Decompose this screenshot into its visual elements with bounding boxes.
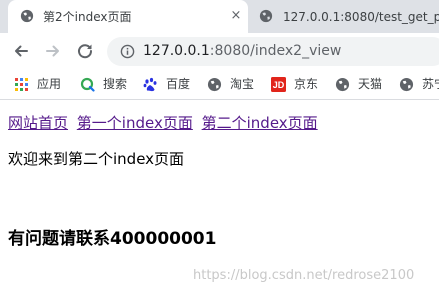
bookmark-label: 京东 [294, 77, 319, 91]
reload-icon[interactable] [74, 40, 96, 62]
tab-title: 第2个index页面 [43, 10, 132, 24]
browser-window: 第2个index页面 × 127.0.0.1:8080/test_get_pos [0, 0, 439, 297]
globe-icon [259, 9, 273, 23]
link-index1[interactable]: 第一个index页面 [77, 114, 193, 132]
bookmarks-bar: 应用 搜索 百度 淘宝 JD 京东 天猫 苏 [0, 70, 439, 100]
bookmark-label: 淘宝 [230, 77, 255, 91]
site-nav: 网站首页 第一个index页面 第二个index页面 [8, 113, 322, 133]
bookmark-label: 百度 [166, 77, 191, 91]
page-content: 网站首页 第一个index页面 第二个index页面 欢迎来到第二个index页… [0, 100, 439, 297]
url-text[interactable]: 127.0.0.1:8080/index2_view [143, 43, 341, 60]
search-q-icon [80, 77, 95, 92]
tab-active[interactable]: 第2个index页面 × [8, 0, 248, 33]
toolbar: 127.0.0.1:8080/index2_view [0, 33, 439, 70]
link-index2[interactable]: 第二个index页面 [202, 114, 318, 132]
link-home[interactable]: 网站首页 [8, 114, 68, 132]
bookmark-label: 苏宁 [422, 77, 439, 91]
bookmark-label: 搜索 [103, 77, 128, 91]
apps-grid-icon [15, 78, 28, 91]
info-icon[interactable] [120, 44, 135, 59]
svg-text:JD: JD [273, 80, 285, 90]
tab-strip: 第2个index页面 × 127.0.0.1:8080/test_get_pos [0, 0, 439, 33]
globe-icon [207, 77, 222, 92]
address-bar[interactable]: 127.0.0.1:8080/index2_view [107, 37, 439, 66]
forward-arrow-icon[interactable] [42, 40, 64, 62]
jd-logo-icon: JD [271, 77, 286, 92]
watermark: https://blog.csdn.net/redrose2100 [193, 268, 415, 283]
url-host: 127.0.0.1 [143, 43, 210, 59]
bookmark-suning[interactable]: 苏宁 [399, 76, 439, 93]
bookmark-label: 天猫 [358, 77, 383, 91]
tab-inactive[interactable]: 127.0.0.1:8080/test_get_pos [250, 0, 439, 33]
contact-heading: 有问题请联系400000001 [8, 229, 217, 249]
url-path: :8080/index2_view [209, 43, 342, 59]
welcome-text: 欢迎来到第二个index页面 [8, 150, 185, 168]
globe-icon [20, 9, 34, 23]
back-arrow-icon[interactable] [10, 40, 32, 62]
tab-title: 127.0.0.1:8080/test_get_pos [283, 10, 439, 24]
globe-icon [399, 77, 414, 92]
globe-icon [335, 77, 350, 92]
close-icon[interactable]: × [229, 9, 243, 23]
bookmark-label: 应用 [37, 77, 62, 91]
baidu-paw-icon [143, 77, 157, 92]
